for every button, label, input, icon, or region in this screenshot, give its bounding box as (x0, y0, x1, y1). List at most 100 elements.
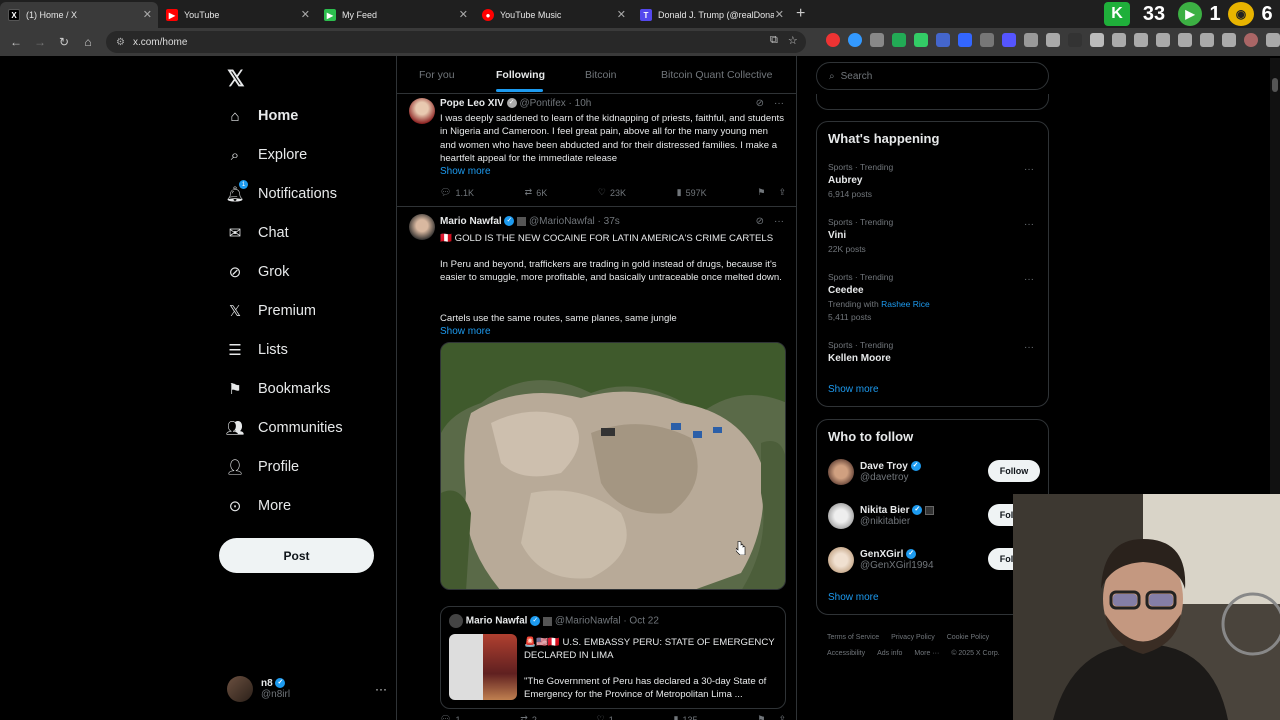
kick-icon[interactable]: K (1104, 2, 1130, 26)
author-name[interactable]: Mario Nawfal (440, 216, 502, 227)
follow-suggestion[interactable]: Nikita Bier ✓ @nikitabier Follow (828, 501, 1040, 531)
nav-profile[interactable]: 👤︎ Profile (225, 452, 299, 482)
reload-icon[interactable]: ↻ (52, 35, 76, 49)
more-dots-icon[interactable]: ··· (1024, 342, 1034, 353)
close-tab-icon[interactable]: ✕ (459, 8, 468, 21)
reading-list-icon[interactable] (1178, 33, 1192, 47)
author-name[interactable]: Pope Leo XIV (440, 98, 504, 109)
more-dots-icon[interactable]: ··· (774, 216, 784, 227)
tweet[interactable]: Pope Leo XIV ✓ @Pontifex · 10h ⊘ ··· I w… (397, 94, 796, 207)
nav-bookmarks[interactable]: ⚑ Bookmarks (226, 374, 330, 404)
url-field[interactable]: ⚙ x.com/home (106, 31, 806, 53)
tab-for-you[interactable]: For you (419, 69, 455, 81)
browser-tab-youtube-music[interactable]: ● YouTube Music ✕ (474, 2, 632, 28)
share-icon[interactable]: ⇪ (778, 187, 786, 198)
profile-avatar-icon[interactable] (1244, 33, 1258, 47)
nav-notifications[interactable]: 🔔︎ 1 Notifications (225, 179, 337, 209)
extension-icon[interactable] (826, 33, 840, 47)
tab-bitcoin[interactable]: Bitcoin (585, 69, 617, 81)
browser-tab-youtube[interactable]: ▶ YouTube ✕ (158, 2, 316, 28)
nav-grok[interactable]: ⊘ Grok (226, 257, 290, 287)
show-more-trends-link[interactable]: Show more (828, 384, 879, 395)
extension-icon[interactable] (980, 33, 994, 47)
bookmarks-bar-icon[interactable] (1222, 33, 1236, 47)
close-tab-icon[interactable]: ✕ (617, 8, 626, 21)
tab-following[interactable]: Following (496, 69, 545, 81)
page-scrollbar[interactable] (1270, 58, 1280, 494)
nav-chat[interactable]: ✉ Chat (226, 218, 289, 248)
follow-suggestion[interactable]: GenXGirl ✓ @GenXGirl1994 Follow (828, 545, 1040, 575)
trend-item[interactable]: Sports · Trending Aubrey 6,914 posts ··· (828, 162, 1040, 199)
follow-suggestion[interactable]: Dave Troy ✓ @davetroy Follow (828, 457, 1040, 487)
like-button[interactable]: ♡ 23K (598, 187, 626, 198)
trend-item[interactable]: Sports · Trending Kellen Moore ··· (828, 340, 1040, 364)
avatar[interactable] (409, 214, 435, 240)
avatar[interactable] (409, 98, 435, 124)
post-button[interactable]: Post (219, 538, 374, 573)
reply-button[interactable]: 💬︎ 1 (440, 714, 460, 720)
show-more-link[interactable]: Show more (440, 326, 491, 337)
site-info-icon[interactable]: ⚙ (116, 37, 125, 48)
menu-kebab-icon[interactable] (1266, 33, 1280, 47)
tweet-image[interactable] (440, 342, 786, 590)
nav-explore[interactable]: ⌕ Explore (226, 140, 307, 170)
account-switcher[interactable]: n8 ✓ @n8irl ··· (227, 676, 387, 702)
footer-link[interactable]: Terms of Service (827, 634, 879, 641)
browser-tab-my-feed[interactable]: ▶ My Feed ✕ (316, 2, 474, 28)
extension-icon[interactable] (848, 33, 862, 47)
repost-button[interactable]: ⇄ 2 (520, 714, 537, 720)
puzzle-icon[interactable] (1046, 33, 1060, 47)
bookmark-icon[interactable]: ⚑ (757, 714, 765, 720)
back-icon[interactable]: ← (4, 35, 28, 49)
grok-icon[interactable]: ⊘ (756, 216, 764, 227)
browser-tab-x-home[interactable]: X (1) Home / X ✕ (0, 2, 158, 28)
cast-icon[interactable]: ⧉ (770, 34, 778, 47)
nav-communities[interactable]: 👥︎ Communities (225, 413, 342, 443)
extension-icon[interactable] (1002, 33, 1016, 47)
downloads-icon[interactable] (1200, 33, 1214, 47)
extension-icon[interactable] (870, 33, 884, 47)
sidebar-icon[interactable] (1156, 33, 1170, 47)
nav-more[interactable]: ⊙ More (226, 491, 291, 521)
trend-item[interactable]: Sports · Trending Ceedee Trending with R… (828, 272, 1040, 322)
nav-home[interactable]: ⌂ Home (226, 101, 298, 131)
nav-lists[interactable]: ☰ Lists (226, 335, 288, 365)
glasses-icon[interactable]: ◉ (1228, 2, 1254, 26)
trend-item[interactable]: Sports · Trending Vini 22K posts ··· (828, 217, 1040, 254)
reply-button[interactable]: 💬︎ 1.1K (440, 187, 474, 198)
close-tab-icon[interactable]: ✕ (301, 8, 310, 21)
close-tab-icon[interactable]: ✕ (143, 8, 152, 21)
bookmark-icon[interactable]: ⚑ (757, 187, 765, 198)
quoted-tweet[interactable]: Mario Nawfal ✓ @MarioNawfal · Oct 22 🚨🇺🇸… (440, 606, 786, 709)
grok-icon[interactable]: ⊘ (756, 98, 764, 109)
new-tab-button[interactable]: + (796, 5, 805, 23)
bookmark-star-icon[interactable]: ☆ (788, 34, 798, 47)
trending-with-link[interactable]: Rashee Rice (881, 299, 930, 309)
extension-icon[interactable] (958, 33, 972, 47)
home-browser-icon[interactable]: ⌂ (76, 35, 100, 49)
history-icon[interactable] (1090, 33, 1104, 47)
share-icon[interactable]: ⇪ (778, 714, 786, 720)
extension-icon[interactable] (936, 33, 950, 47)
scrollbar-thumb[interactable] (1272, 78, 1278, 92)
author-handle[interactable]: @Pontifex · 10h (519, 98, 591, 109)
views-button[interactable]: ▮ 597K (677, 187, 707, 198)
close-tab-icon[interactable]: ✕ (775, 8, 784, 21)
extension-icon[interactable] (1024, 33, 1038, 47)
extension-icon[interactable] (1112, 33, 1126, 47)
like-button[interactable]: ♡ 1 (597, 714, 614, 720)
x-logo-icon[interactable]: 𝕏 (227, 66, 245, 92)
more-dots-icon[interactable]: ··· (774, 98, 784, 109)
more-dots-icon[interactable]: ··· (1024, 164, 1034, 175)
show-more-link[interactable]: Show more (440, 166, 491, 177)
tab-bitcoin-quant-collective[interactable]: Bitcoin Quant Collective (661, 69, 772, 81)
code-icon[interactable] (1134, 33, 1148, 47)
footer-link[interactable]: Ads info (877, 650, 902, 657)
more-dots-icon[interactable]: ··· (375, 682, 387, 696)
more-dots-icon[interactable]: ··· (1024, 219, 1034, 230)
forward-icon[interactable]: → (28, 35, 52, 49)
footer-link[interactable]: More ··· (914, 650, 939, 657)
author-handle[interactable]: @MarioNawfal · 37s (529, 216, 620, 227)
follow-button[interactable]: Follow (988, 460, 1040, 482)
play-icon[interactable]: ▶ (1178, 2, 1202, 26)
